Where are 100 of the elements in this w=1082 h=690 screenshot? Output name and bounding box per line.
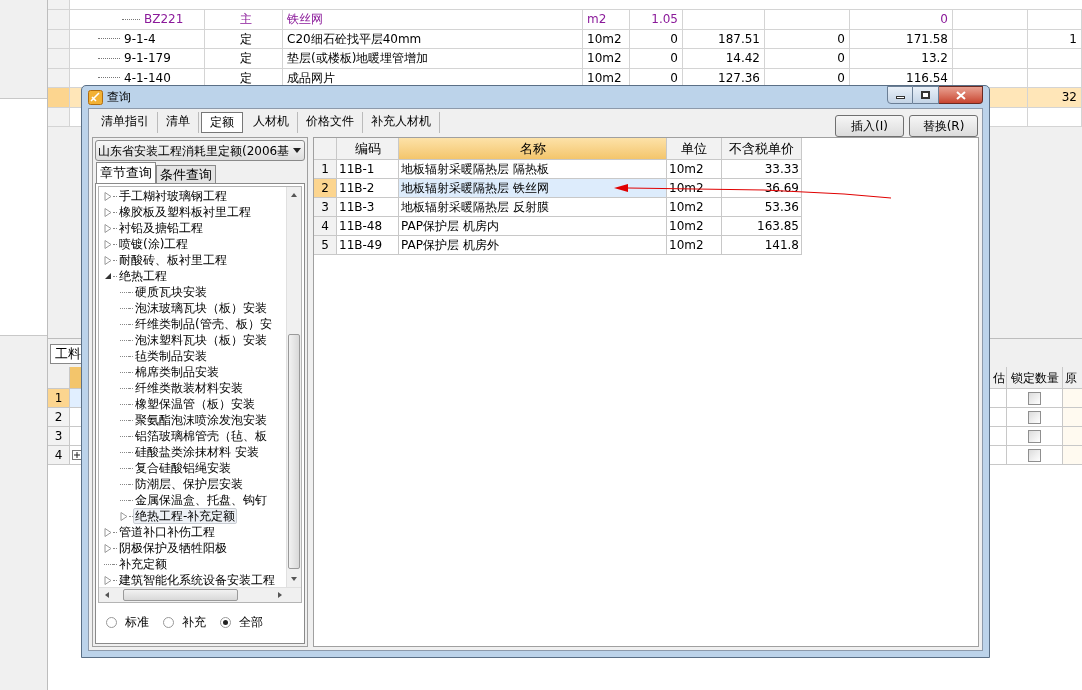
tree-item[interactable]: 硅酸盐类涂抹材料 安装 <box>133 444 261 460</box>
tree-item[interactable]: 泡沫塑料瓦块（板）安装 <box>133 332 269 348</box>
table-cell <box>1028 68 1082 88</box>
dialog-button[interactable]: 插入(I) <box>835 115 904 137</box>
tree-item[interactable]: 补充定额 <box>117 556 169 572</box>
collapse-triangle-icon[interactable] <box>104 272 112 280</box>
tree-item[interactable]: 耐酸砖、板衬里工程 <box>117 252 229 268</box>
tree-item[interactable]: 金属保温盒、托盘、钩钉 <box>133 492 269 508</box>
radio-button[interactable] <box>220 616 231 628</box>
tree-item[interactable]: 衬铅及搪铅工程 <box>117 220 205 236</box>
table-cell: 0 <box>765 49 850 69</box>
tree-item[interactable]: 管道补口补伤工程 <box>117 524 217 540</box>
expand-triangle-icon[interactable] <box>104 575 112 585</box>
scrollbar-thumb[interactable] <box>123 589 238 601</box>
column-header[interactable]: 单位 <box>667 138 722 160</box>
table-cell: 地板辐射采暖隔热层 反射膜 <box>399 198 667 217</box>
table-cell: C20细石砼找平层40mm <box>283 29 583 49</box>
tree-item[interactable]: 硬质瓦块安装 <box>133 284 209 300</box>
expand-triangle-icon[interactable] <box>104 223 112 233</box>
radio-label: 补充 <box>182 614 206 631</box>
tree-item[interactable]: 绝热工程-补充定额 <box>133 508 238 524</box>
row-header: 4 <box>48 446 70 465</box>
table-cell: 11B-3 <box>337 198 399 217</box>
table-cell: 0 <box>765 29 850 49</box>
tree-item[interactable]: 建筑智能化系统设备安装工程 <box>117 572 277 587</box>
tab[interactable]: 价格文件 <box>298 112 363 133</box>
tree-item[interactable]: 绝热工程 <box>117 268 169 284</box>
row-header: 3 <box>314 198 337 217</box>
table-cell: 11B-48 <box>337 217 399 236</box>
checkbox[interactable] <box>1028 429 1041 443</box>
library-select[interactable]: 山东省安装工程消耗里定额(2006基 <box>95 140 305 161</box>
scroll-up-icon[interactable] <box>290 191 298 199</box>
tree-item[interactable]: 泡沫玻璃瓦块（板）安装 <box>133 300 269 316</box>
scroll-right-icon[interactable] <box>276 591 284 599</box>
tree-item[interactable]: 喷镀(涂)工程 <box>117 236 191 252</box>
tree-item[interactable]: 铝箔玻璃棉管壳（毡、板 <box>133 428 269 444</box>
tab[interactable]: 条件查询 <box>156 165 216 183</box>
minimize-button[interactable] <box>887 86 913 104</box>
table-cell: 定 <box>205 29 283 49</box>
expand-triangle-icon[interactable] <box>104 543 112 553</box>
tree-item[interactable]: 纤维类散装材料安装 <box>133 380 245 396</box>
expand-triangle-icon[interactable] <box>104 255 112 265</box>
column-header[interactable]: 不含税单价 <box>722 138 802 160</box>
table-cell: 1.05 <box>630 10 683 30</box>
table-cell: 33.33 <box>722 160 802 179</box>
table-cell: m2 <box>583 10 630 30</box>
scrollbar-thumb[interactable] <box>288 334 300 569</box>
expand-triangle-icon[interactable] <box>104 239 112 249</box>
table-cell: 地板辐射采暖隔热层 铁丝网 <box>399 179 667 198</box>
table-cell: 0 <box>630 49 683 69</box>
column-header[interactable]: 锁定数量 <box>1006 367 1062 389</box>
tree-item[interactable]: 橡塑保温管（板）安装 <box>133 396 257 412</box>
expand-triangle-icon[interactable] <box>104 207 112 217</box>
tab[interactable]: 补充人材机 <box>363 112 440 133</box>
tab[interactable]: 清单指引 <box>93 112 158 133</box>
table-cell: 171.58 <box>850 29 953 49</box>
radio-button[interactable] <box>106 616 117 628</box>
horizontal-scrollbar[interactable] <box>99 587 301 602</box>
tab[interactable]: 章节查询 <box>96 162 156 183</box>
table-cell: 10m2 <box>583 49 630 69</box>
row-header: 2 <box>48 408 70 427</box>
table-cell: PAP保护层 机房内 <box>399 217 667 236</box>
column-header[interactable]: 名称 <box>399 138 667 160</box>
checkbox[interactable] <box>1028 391 1041 405</box>
tree-item[interactable]: 阴极保护及牺牲阳极 <box>117 540 229 556</box>
expand-triangle-icon[interactable] <box>104 191 112 201</box>
scroll-down-icon[interactable] <box>290 575 298 583</box>
tree-item[interactable]: 防潮层、保护层安装 <box>133 476 245 492</box>
row-header: 5 <box>314 236 337 255</box>
tree-item[interactable]: 棉席类制品安装 <box>133 364 221 380</box>
scroll-left-icon[interactable] <box>103 591 111 599</box>
table-cell: 11B-1 <box>337 160 399 179</box>
column-header[interactable]: 编码 <box>337 138 399 160</box>
table-cell: 10m2 <box>667 236 722 255</box>
tree-item[interactable]: 手工糊衬玻璃钢工程 <box>117 188 229 204</box>
radio-button[interactable] <box>163 616 174 628</box>
table-cell: 定 <box>205 49 283 69</box>
row-header: 3 <box>48 427 70 446</box>
table-cell <box>1028 107 1082 127</box>
tab[interactable]: 定额 <box>201 112 243 133</box>
tab[interactable]: 清单 <box>158 112 199 133</box>
vertical-scrollbar[interactable] <box>286 187 301 587</box>
expand-triangle-icon[interactable] <box>104 527 112 537</box>
maximize-button[interactable] <box>913 86 939 104</box>
dialog-button[interactable]: 替换(R) <box>909 115 978 137</box>
tree-item[interactable]: 毡类制品安装 <box>133 348 209 364</box>
tree-item[interactable]: 纤维类制品(管壳、板）安 <box>133 316 274 332</box>
close-button[interactable] <box>939 86 983 104</box>
checkbox[interactable] <box>1028 410 1041 424</box>
tree-item[interactable]: 聚氨酯泡沫喷涂发泡安装 <box>133 412 269 428</box>
radio-label: 标准 <box>125 614 149 631</box>
checkbox[interactable] <box>1028 448 1041 462</box>
tree-item[interactable]: 橡胶板及塑料板衬里工程 <box>117 204 253 220</box>
table-cell: 1 <box>1028 29 1082 49</box>
close-icon <box>955 90 966 100</box>
tree-item[interactable]: 复合硅酸铝绳安装 <box>133 460 233 476</box>
column-header[interactable]: 原 <box>1062 367 1082 389</box>
table-cell: 13.2 <box>850 49 953 69</box>
expand-triangle-icon[interactable] <box>120 511 128 521</box>
tab[interactable]: 人材机 <box>245 112 298 133</box>
